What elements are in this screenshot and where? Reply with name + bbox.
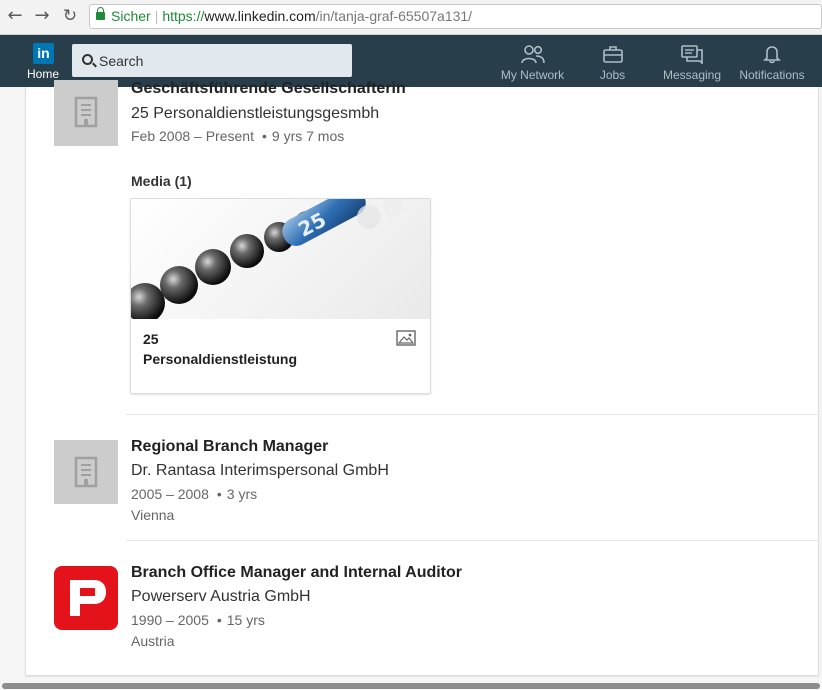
duration: 15 yrs <box>226 612 265 628</box>
job-title[interactable]: Regional Branch Manager <box>131 438 328 456</box>
media-card[interactable]: 25 25 Personaldienstleistung <box>130 198 431 394</box>
image-icon <box>396 330 416 346</box>
horizontal-scrollbar[interactable] <box>2 683 820 689</box>
nav-messaging-label: Messaging <box>662 68 722 82</box>
url-separator: | <box>154 8 159 24</box>
address-bar[interactable]: Sicher | https://www.linkedin.com/in/tanja… <box>89 4 822 29</box>
nav-my-network-label: My Network <box>500 68 565 82</box>
bell-icon <box>763 46 781 64</box>
people-icon <box>520 45 545 64</box>
company-name: Powerserv Austria GmbH <box>131 588 311 605</box>
media-title-line2: Personaldienstleistung <box>143 351 298 367</box>
url-path: /in/tanja-graf-65507a131/ <box>315 8 473 24</box>
duration: 3 yrs <box>226 486 258 502</box>
reload-icon[interactable]: ↻ <box>60 6 80 26</box>
date-range: 1990 – 2005 <box>131 612 209 628</box>
building-icon <box>74 456 98 488</box>
search-icon <box>82 54 93 65</box>
browser-toolbar: ← → ↻ Sicher | https://www.linkedin.com/in… <box>0 0 822 35</box>
nav-notifications-label: Notifications <box>739 68 805 82</box>
url-host: www.linkedin.com <box>204 8 316 24</box>
forward-arrow-icon[interactable]: → <box>32 6 52 26</box>
search-input[interactable] <box>99 44 339 77</box>
nav-messaging[interactable]: Messaging <box>660 35 724 87</box>
company-logo[interactable] <box>54 566 118 630</box>
duration: 9 yrs 7 mos <box>271 128 345 144</box>
date-range: Feb 2008 – Present <box>131 128 254 144</box>
nav-jobs[interactable]: Jobs <box>590 35 635 87</box>
company-logo[interactable] <box>54 80 118 146</box>
media-header: Media (1) <box>131 173 192 189</box>
job-location: Vienna <box>131 507 175 523</box>
entry-divider <box>126 414 820 415</box>
search-box[interactable] <box>72 44 352 77</box>
building-icon <box>74 96 98 128</box>
experience-section: Geschäftsführende Gesellschafterin 25 Pe… <box>25 80 820 676</box>
company-logo[interactable] <box>54 440 118 504</box>
meta-dot: • <box>216 612 222 628</box>
meta-dot: • <box>216 486 222 502</box>
messaging-icon <box>681 45 703 64</box>
media-thumbnail[interactable]: 25 <box>131 199 430 319</box>
media-title-line1: 25 <box>143 331 159 347</box>
url-scheme: https:// <box>162 8 205 24</box>
powerserv-logo <box>70 580 106 616</box>
date-range: 2005 – 2008 <box>131 486 209 502</box>
linkedin-logo-icon[interactable]: in <box>33 43 54 64</box>
job-dates: 1990 – 2005 • 15 yrs <box>131 612 265 628</box>
nav-jobs-label: Jobs <box>599 68 626 82</box>
nav-my-network[interactable]: My Network <box>495 35 570 87</box>
entry-divider <box>126 540 820 541</box>
company-name: Dr. Rantasa Interimspersonal GmbH <box>131 462 389 479</box>
lock-icon <box>96 7 105 20</box>
company-name: 25 Personaldienstleistungsgesmbh <box>131 105 380 122</box>
back-arrow-icon[interactable]: ← <box>5 6 25 26</box>
job-location: Austria <box>131 633 175 649</box>
media-thumbnail-image: 25 <box>131 199 403 319</box>
home-label[interactable]: Home <box>27 67 59 81</box>
job-title[interactable]: Branch Office Manager and Internal Audit… <box>131 564 462 582</box>
job-dates: 2005 – 2008 • 3 yrs <box>131 486 257 502</box>
nav-notifications[interactable]: Notifications <box>736 35 808 87</box>
meta-dot: • <box>261 128 267 144</box>
secure-label: Sicher <box>111 8 151 24</box>
linkedin-header: in Home My Network Jobs Messaging <box>0 35 822 87</box>
media-title[interactable]: 25 Personaldienstleistung <box>143 329 383 369</box>
job-dates: Feb 2008 – Present • 9 yrs 7 mos <box>131 128 344 144</box>
job-title[interactable]: Geschäftsführende Gesellschafterin <box>131 80 406 98</box>
briefcase-icon <box>602 46 623 63</box>
